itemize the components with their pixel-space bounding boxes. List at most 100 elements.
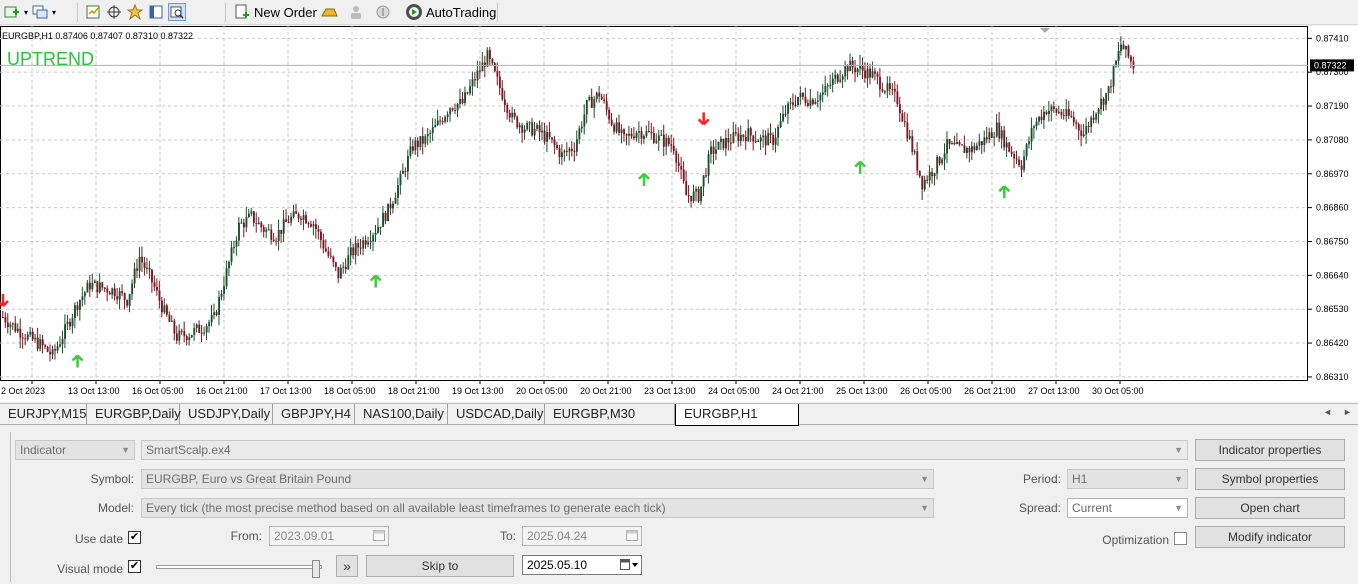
person-icon[interactable] bbox=[347, 3, 365, 21]
candle-body bbox=[1028, 141, 1031, 145]
candle-body bbox=[79, 300, 81, 310]
candle-body bbox=[354, 243, 357, 256]
price-chart[interactable]: 0.874100.873000.871900.870800.869700.868… bbox=[0, 26, 1358, 402]
candle-body bbox=[446, 114, 449, 117]
optimization-checkbox[interactable] bbox=[1174, 532, 1187, 545]
candle-body bbox=[66, 321, 69, 325]
candle-body bbox=[811, 99, 814, 105]
from-date-picker[interactable]: 2023.09.01 bbox=[269, 526, 389, 546]
skip-forward-button[interactable]: » bbox=[336, 555, 358, 577]
modify-indicator-button[interactable]: Modify indicator bbox=[1195, 526, 1345, 548]
candle-body bbox=[93, 281, 96, 283]
candle-body bbox=[397, 185, 399, 198]
candle-body bbox=[687, 195, 690, 197]
skip-date-picker[interactable]: 2025.05.10 bbox=[522, 555, 642, 575]
candle-body bbox=[1013, 153, 1016, 159]
period-select[interactable]: H1 ▼ bbox=[1067, 469, 1188, 489]
candle-body bbox=[461, 98, 464, 103]
tab-eurgbp-m30-visual[interactable]: EURGBP,M30 (visual) bbox=[545, 404, 675, 441]
candle-body bbox=[1112, 66, 1115, 87]
tab-scroll-left-icon[interactable]: ◄ bbox=[1323, 407, 1332, 417]
new-chart-icon[interactable] bbox=[3, 3, 21, 21]
tab-scroll-right-icon[interactable]: ► bbox=[1343, 407, 1352, 417]
candle-body bbox=[98, 282, 101, 293]
candle-body bbox=[46, 346, 49, 352]
candle-body bbox=[193, 328, 196, 335]
candle-body bbox=[108, 292, 111, 295]
candle-body bbox=[347, 255, 350, 270]
candle-body bbox=[921, 175, 924, 190]
tab-nas100-daily[interactable]: NAS100,Daily bbox=[355, 404, 448, 424]
candle-body bbox=[901, 113, 904, 122]
profiles-dropdown-icon[interactable]: ▾ bbox=[52, 8, 56, 17]
candle-body bbox=[531, 122, 534, 136]
to-date-picker[interactable]: 2025.04.24 bbox=[522, 526, 642, 546]
tab-eurgbp-h1-visual[interactable]: EURGBP,H1 (visual) bbox=[675, 404, 799, 441]
candle-body bbox=[831, 78, 834, 85]
time-label: 18 Oct 05:00 bbox=[324, 386, 376, 396]
candle-body bbox=[886, 83, 889, 92]
candle-body bbox=[543, 130, 546, 142]
tab-usdcad-daily[interactable]: USDCAD,Daily bbox=[448, 404, 545, 424]
speed-slider[interactable] bbox=[156, 560, 322, 578]
tab-eurjpy-m15[interactable]: EURJPY,M15 bbox=[0, 404, 87, 424]
crosshair-icon[interactable] bbox=[105, 3, 123, 21]
candle-body bbox=[966, 148, 968, 153]
trend-label: UPTREND bbox=[7, 49, 95, 69]
terminal-icon[interactable] bbox=[147, 3, 165, 21]
candle-body bbox=[898, 104, 901, 114]
candle-body bbox=[379, 226, 382, 228]
candle-body bbox=[722, 138, 725, 149]
tab-eurgbp-daily[interactable]: EURGBP,Daily bbox=[87, 404, 181, 424]
indicator-select[interactable]: SmartScalp.ex4 ▼ bbox=[141, 440, 1188, 460]
indicator-properties-button[interactable]: Indicator properties bbox=[1195, 439, 1345, 461]
spread-select[interactable]: Current ▼ bbox=[1067, 498, 1188, 518]
slider-thumb[interactable] bbox=[312, 560, 320, 578]
candle-body bbox=[49, 351, 52, 355]
use-date-checkbox[interactable]: ✔ bbox=[128, 531, 141, 544]
candle-body bbox=[262, 227, 265, 232]
candle-body bbox=[757, 140, 760, 142]
candle-body bbox=[807, 103, 809, 106]
time-label: 2 Oct 2023 bbox=[1, 386, 45, 396]
toolbar-separator bbox=[225, 3, 226, 22]
candle-body bbox=[275, 240, 278, 242]
candle-body bbox=[1057, 111, 1060, 113]
candle-body bbox=[523, 129, 526, 133]
skip-date-value: 2025.05.10 bbox=[527, 558, 588, 572]
autotrading-button[interactable]: AutoTrading bbox=[405, 2, 496, 22]
candle-body bbox=[16, 328, 19, 332]
symbol-select[interactable]: EURGBP, Euro vs Great Britain Pound ▼ bbox=[141, 469, 934, 489]
profiles-icon[interactable] bbox=[31, 3, 49, 21]
signal-icon[interactable] bbox=[374, 3, 392, 21]
strategy-tester-icon[interactable] bbox=[168, 3, 186, 21]
tester-type-select[interactable]: Indicator ▼ bbox=[15, 440, 135, 460]
candle-body bbox=[702, 175, 705, 187]
gold-bars-icon[interactable] bbox=[320, 3, 338, 21]
candle-body bbox=[9, 324, 12, 328]
candle-body bbox=[503, 99, 506, 105]
model-select[interactable]: Every tick (the most precise method base… bbox=[141, 498, 934, 518]
candle-body bbox=[978, 141, 981, 146]
chart-window[interactable]: 0.87410 0.87300 0.87190 0.87080 0.86970 0.868… bbox=[0, 26, 1358, 402]
candle-body bbox=[267, 229, 270, 231]
candle-body bbox=[364, 240, 367, 245]
candle-body bbox=[327, 251, 330, 256]
navigator-icon[interactable] bbox=[126, 3, 144, 21]
visual-mode-checkbox[interactable]: ✔ bbox=[128, 560, 141, 573]
tab-usdjpy-daily[interactable]: USDJPY,Daily bbox=[180, 404, 273, 424]
candle-body bbox=[178, 330, 181, 341]
candle-body bbox=[41, 339, 44, 346]
candle-body bbox=[1070, 115, 1073, 117]
candle-body bbox=[511, 112, 514, 118]
skip-to-button[interactable]: Skip to bbox=[366, 555, 514, 577]
candle-body bbox=[906, 122, 909, 139]
market-watch-icon[interactable] bbox=[84, 3, 102, 21]
candle-body bbox=[570, 148, 573, 151]
symbol-properties-button[interactable]: Symbol properties bbox=[1195, 468, 1345, 490]
candle-body bbox=[772, 134, 775, 145]
open-chart-button[interactable]: Open chart bbox=[1195, 497, 1345, 519]
tab-gbpjpy-h4[interactable]: GBPJPY,H4 bbox=[273, 404, 355, 424]
new-chart-dropdown-icon[interactable]: ▾ bbox=[24, 8, 28, 17]
new-order-button[interactable]: New Order bbox=[233, 2, 317, 22]
